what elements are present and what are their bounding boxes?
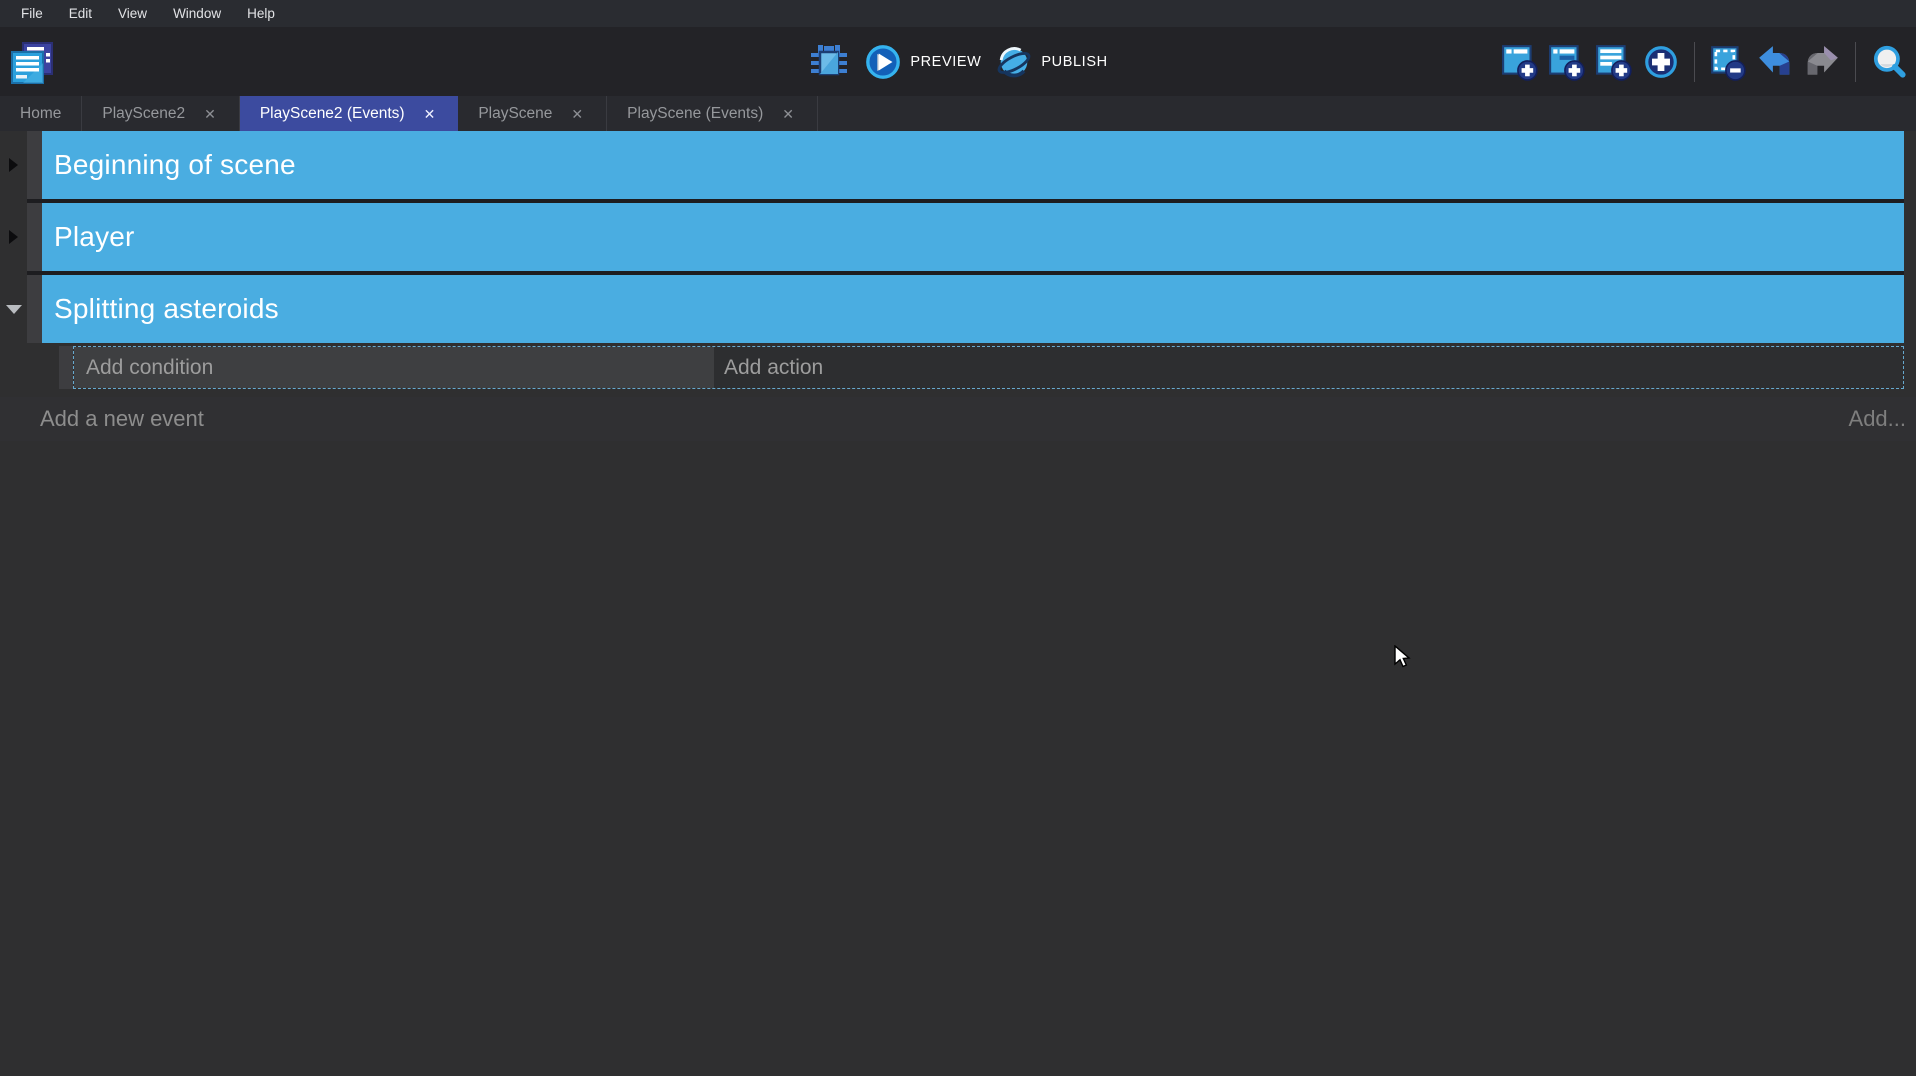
menu-window[interactable]: Window (160, 0, 234, 27)
event-gutter[interactable] (59, 346, 73, 389)
collapse-toggle[interactable] (0, 275, 27, 343)
menu-edit[interactable]: Edit (56, 0, 105, 27)
event-gutter[interactable] (27, 131, 42, 199)
selected-event-box: Add condition Add action (73, 346, 1904, 389)
tab-close-icon[interactable]: ✕ (779, 105, 797, 123)
chevron-right-icon (9, 230, 18, 244)
tab-label: PlayScene (478, 105, 552, 123)
tab-close-icon[interactable]: ✕ (201, 105, 219, 123)
menu-bar: File Edit View Window Help (0, 0, 1916, 27)
tab-playscene2[interactable]: PlayScene2 ✕ (82, 96, 239, 131)
search-icon[interactable] (1870, 43, 1908, 81)
menu-help[interactable]: Help (234, 0, 288, 27)
tab-close-icon[interactable]: ✕ (421, 105, 439, 123)
tab-label: PlayScene2 (102, 105, 185, 123)
menu-view[interactable]: View (105, 0, 160, 27)
add-button[interactable]: Add... (1849, 406, 1906, 432)
tab-home[interactable]: Home (0, 96, 82, 131)
collapse-toggle[interactable] (0, 203, 27, 271)
debugger-icon[interactable] (808, 41, 850, 83)
delete-selection-icon[interactable] (1709, 43, 1747, 81)
toolbar-separator (1694, 42, 1695, 82)
preview-play-icon (864, 43, 902, 81)
event-group-bar[interactable]: Player (42, 203, 1904, 271)
empty-event-row: Add condition Add action (0, 346, 1916, 389)
tab-close-icon[interactable]: ✕ (568, 105, 586, 123)
undo-icon[interactable] (1756, 43, 1794, 81)
event-group-row: Player (0, 203, 1916, 271)
toolbar-right-group (1501, 27, 1908, 96)
add-new-event-row[interactable]: Add a new event Add... (0, 397, 1916, 441)
add-new-event-label: Add a new event (40, 406, 204, 432)
main-toolbar: PREVIEW PUBLISH (0, 27, 1916, 96)
event-group-row: Splitting asteroids (0, 275, 1916, 343)
tab-playscene2-events[interactable]: PlayScene2 (Events) ✕ (240, 96, 458, 131)
chevron-down-icon (6, 305, 22, 314)
redo-icon[interactable] (1803, 43, 1841, 81)
add-condition-label: Add condition (86, 356, 213, 380)
chevron-right-icon (9, 158, 18, 172)
collapse-toggle[interactable] (0, 131, 27, 199)
event-gutter[interactable] (27, 275, 42, 343)
preview-label: PREVIEW (910, 54, 981, 70)
event-group-bar[interactable]: Beginning of scene (42, 131, 1904, 199)
tab-label: PlayScene (Events) (627, 105, 763, 123)
event-group-bar[interactable]: Splitting asteroids (42, 275, 1904, 343)
publish-globe-icon (995, 43, 1033, 81)
tab-bar: Home PlayScene2 ✕ PlayScene2 (Events) ✕ … (0, 96, 1916, 131)
add-subevent-icon[interactable] (1548, 43, 1586, 81)
add-condition-button[interactable]: Add condition (74, 347, 714, 388)
event-gutter[interactable] (27, 203, 42, 271)
event-group-title: Splitting asteroids (54, 293, 279, 325)
add-event-icon[interactable] (1501, 43, 1539, 81)
add-action-label: Add action (724, 356, 823, 380)
add-action-button[interactable]: Add action (714, 347, 1903, 388)
add-circle-icon[interactable] (1642, 43, 1680, 81)
tab-label: Home (20, 105, 61, 123)
menu-file[interactable]: File (8, 0, 56, 27)
publish-button[interactable]: PUBLISH (995, 43, 1107, 81)
mouse-cursor (1394, 645, 1416, 671)
toolbar-separator (1855, 42, 1856, 82)
add-comment-icon[interactable] (1595, 43, 1633, 81)
preview-button[interactable]: PREVIEW (864, 43, 981, 81)
events-sheet: Beginning of scene Player Splitting aste… (0, 131, 1916, 1076)
tab-label: PlayScene2 (Events) (260, 105, 405, 123)
event-group-title: Player (54, 221, 135, 253)
tab-playscene[interactable]: PlayScene ✕ (458, 96, 607, 131)
event-group-row: Beginning of scene (0, 131, 1916, 199)
event-group-title: Beginning of scene (54, 149, 296, 181)
publish-label: PUBLISH (1041, 54, 1107, 70)
tab-playscene-events[interactable]: PlayScene (Events) ✕ (607, 96, 818, 131)
